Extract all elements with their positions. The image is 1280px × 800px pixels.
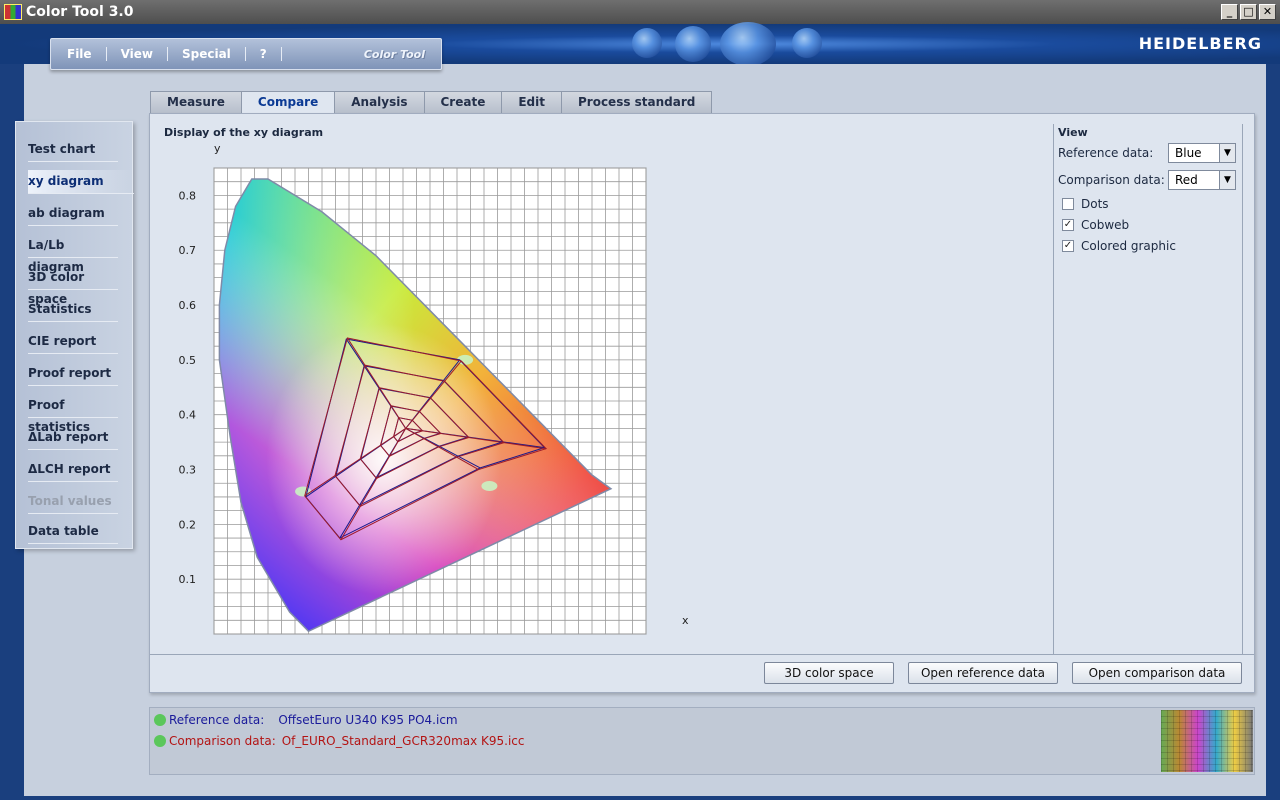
reference-color-select[interactable]: Blue ▼ <box>1168 143 1236 163</box>
open-comparison-data-button[interactable]: Open comparison data <box>1072 662 1242 684</box>
colored-graphic-label: Colored graphic <box>1081 239 1176 253</box>
test-chart-thumbnail <box>1161 710 1253 772</box>
menu-special[interactable]: Special <box>168 47 246 61</box>
checkbox-icon[interactable]: ✓ <box>1062 219 1074 231</box>
comparison-color-value: Red <box>1175 173 1198 187</box>
close-button[interactable]: ✕ <box>1259 4 1276 20</box>
sidebar-item-ab-diagram[interactable]: ab diagram <box>28 202 118 226</box>
comparison-status: Comparison data: Of_EURO_Standard_GCR320… <box>154 734 525 748</box>
sidebar-item-tonal-values: Tonal values <box>28 490 118 514</box>
sidebar-item-lab-report[interactable]: ΔLab report <box>28 426 118 450</box>
cobweb-label: Cobweb <box>1081 218 1130 232</box>
reference-color-value: Blue <box>1175 146 1202 160</box>
tab-edit[interactable]: Edit <box>501 91 562 113</box>
sidebar-item-xy-diagram[interactable]: xy diagram <box>28 170 134 194</box>
heidelberg-logo: HEIDELBERG <box>1138 34 1262 53</box>
tab-analysis[interactable]: Analysis <box>334 91 425 113</box>
window-title: Color Tool 3.0 <box>26 4 134 20</box>
y-tick-label: 0.5 <box>179 354 197 367</box>
dots-checkbox[interactable]: Dots <box>1062 197 1109 211</box>
y-axis-label: y <box>214 142 221 155</box>
menu-file[interactable]: File <box>53 47 107 61</box>
sidebar: Test chart xy diagram ab diagram La/Lb diag… <box>15 121 134 549</box>
sidebar-item-3d-color-space[interactable]: 3D color space <box>28 266 118 306</box>
y-tick-label: 0.6 <box>179 299 197 312</box>
xy-diagram-chart: 0.00.10.20.30.40.50.60.70.80.10.20.30.40… <box>179 142 690 653</box>
maximize-button[interactable]: □ <box>1240 4 1257 20</box>
y-tick-label: 0.8 <box>179 189 197 202</box>
y-tick-label: 0.2 <box>179 518 197 531</box>
status-area: Reference data: OffsetEuro U340 K95 PO4.… <box>149 707 1255 775</box>
tab-bar: Measure Compare Analysis Create Edit Process … <box>150 91 713 114</box>
sidebar-item-statistics[interactable]: Statistics <box>28 298 118 322</box>
reference-file-name: OffsetEuro U340 K95 PO4.icm <box>278 713 458 727</box>
status-dot-icon <box>154 735 166 747</box>
reference-data-label: Reference data: <box>1058 146 1154 160</box>
highlight-marker <box>481 480 498 491</box>
y-tick-label: 0.7 <box>179 244 197 257</box>
compare-panel: Display of the xy diagram 0.00.10.20.30.… <box>149 113 1255 693</box>
tab-measure[interactable]: Measure <box>150 91 242 113</box>
comparison-status-label: Comparison data: <box>169 734 276 748</box>
tab-create[interactable]: Create <box>423 91 503 113</box>
3d-color-space-button[interactable]: 3D color space <box>764 662 894 684</box>
app-icon <box>4 4 22 20</box>
y-tick-label: 0.1 <box>179 573 197 586</box>
x-axis-label: x <box>682 614 689 627</box>
reference-status: Reference data: OffsetEuro U340 K95 PO4.… <box>154 713 458 727</box>
menu-view[interactable]: View <box>107 47 168 61</box>
sidebar-item-lch-report[interactable]: ΔLCH report <box>28 458 118 482</box>
comparison-data-label: Comparison data: <box>1058 173 1165 187</box>
view-title: View <box>1058 126 1088 139</box>
comparison-file-name: Of_EURO_Standard_GCR320max K95.icc <box>281 734 525 748</box>
sidebar-item-test-chart[interactable]: Test chart <box>28 138 118 162</box>
sidebar-item-data-table[interactable]: Data table <box>28 520 118 544</box>
sidebar-item-proof-statistics[interactable]: Proof statistics <box>28 394 118 434</box>
sidebar-item-proof-report[interactable]: Proof report <box>28 362 118 386</box>
cobweb-checkbox[interactable]: ✓ Cobweb <box>1062 218 1129 232</box>
checkbox-icon[interactable] <box>1062 198 1074 210</box>
reference-status-label: Reference data: <box>169 713 265 727</box>
sidebar-item-la-lb-diagram[interactable]: La/Lb diagram <box>28 234 118 274</box>
chevron-down-icon[interactable]: ▼ <box>1219 144 1235 162</box>
color-tool-brand: Color Tool <box>363 48 425 61</box>
colored-graphic-checkbox[interactable]: ✓ Colored graphic <box>1062 239 1176 253</box>
tab-process-standard[interactable]: Process standard <box>560 91 713 113</box>
checkbox-icon[interactable]: ✓ <box>1062 240 1074 252</box>
menu-help[interactable]: ? <box>246 47 282 61</box>
comparison-color-select[interactable]: Red ▼ <box>1168 170 1236 190</box>
y-tick-label: 0.3 <box>179 464 197 477</box>
tab-compare[interactable]: Compare <box>240 91 336 114</box>
window-titlebar: Color Tool 3.0 _ □ ✕ <box>0 0 1280 24</box>
open-reference-data-button[interactable]: Open reference data <box>908 662 1058 684</box>
menu-bar: File View Special ? Color Tool <box>50 38 442 70</box>
sidebar-item-cie-report[interactable]: CIE report <box>28 330 118 354</box>
y-tick-label: 0.4 <box>179 409 197 422</box>
status-dot-icon <box>154 714 166 726</box>
dots-label: Dots <box>1081 197 1109 211</box>
panel-splitter[interactable] <box>1242 124 1245 654</box>
minimize-button[interactable]: _ <box>1221 4 1238 20</box>
chevron-down-icon[interactable]: ▼ <box>1219 171 1235 189</box>
